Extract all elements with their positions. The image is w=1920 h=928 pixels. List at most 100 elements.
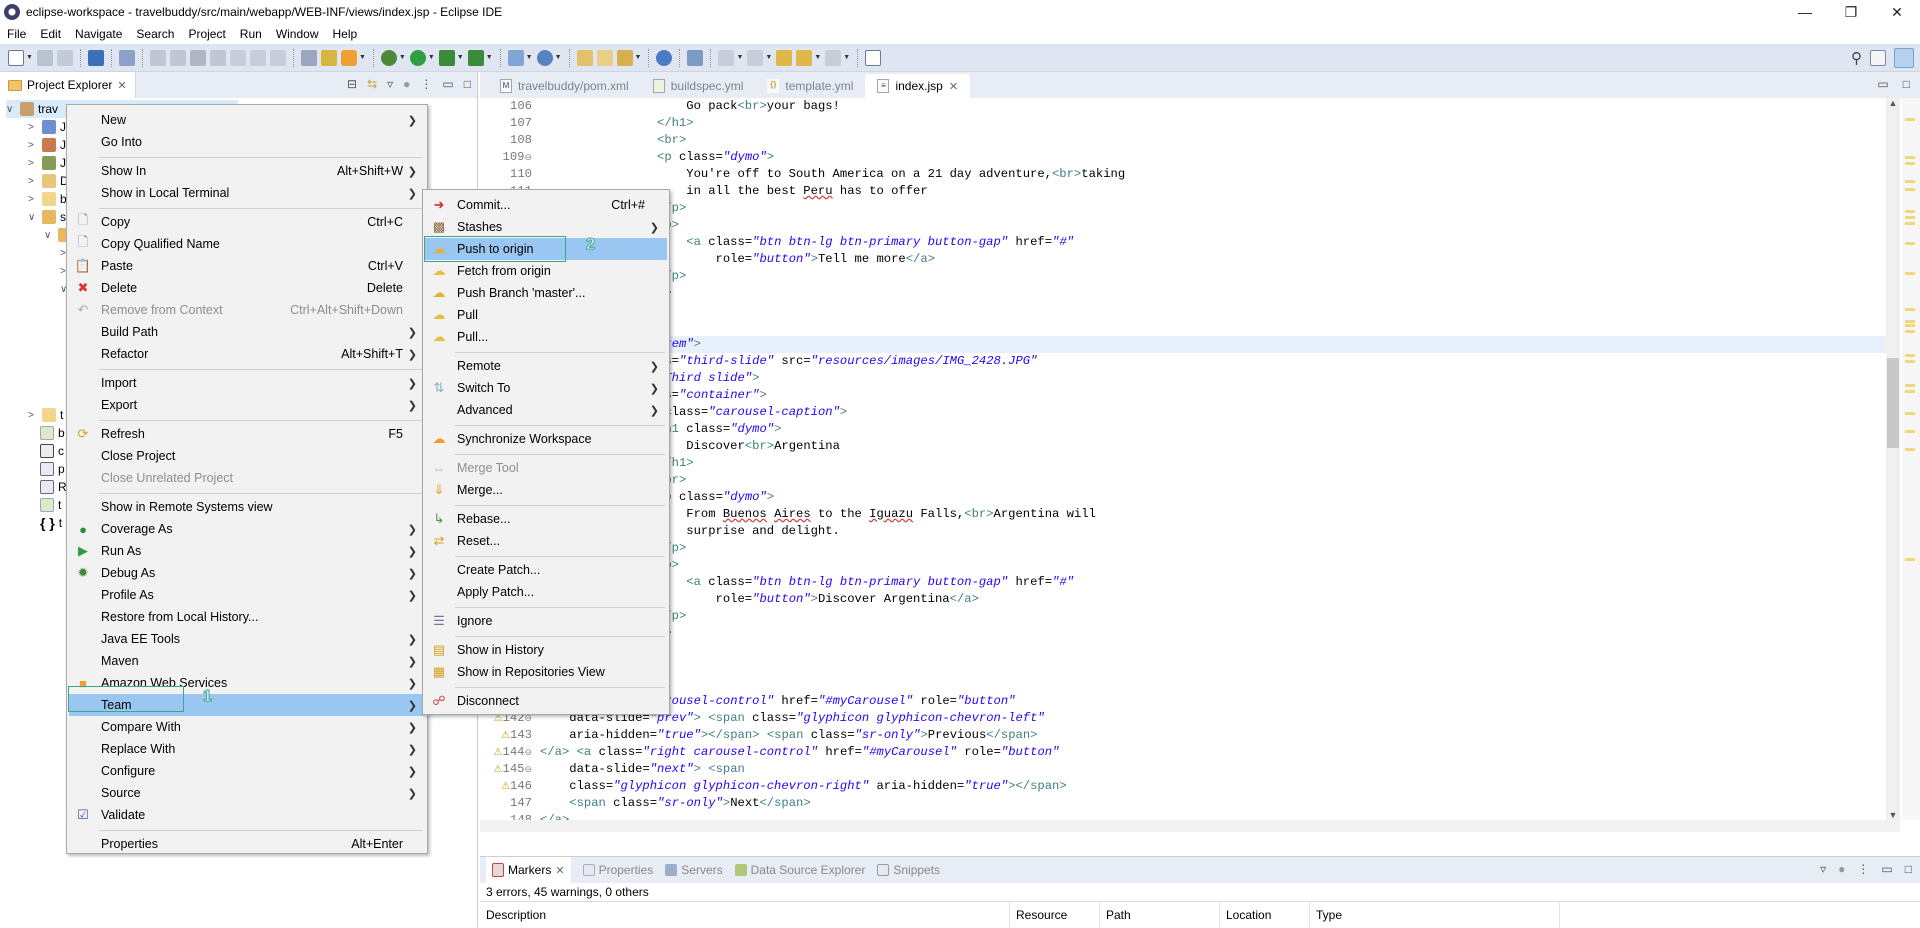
menu-item-coverage-as[interactable]: ● Coverage As ❯ [69, 518, 425, 540]
menu-item-switch-to[interactable]: ⇅ Switch To ❯ [425, 377, 667, 399]
minimize-editor-icon[interactable]: ▭ [1877, 77, 1888, 91]
coverage-icon[interactable] [438, 49, 455, 66]
code-line[interactable]: 138 </div> [480, 642, 1900, 659]
menu-run[interactable]: Run [233, 27, 269, 41]
warning-marker[interactable] [1905, 118, 1915, 121]
tree-item[interactable]: { } t [40, 514, 62, 532]
restore-button[interactable]: ❐ [1828, 0, 1874, 24]
warning-marker[interactable] [1905, 216, 1915, 219]
scroll-up-icon[interactable]: ▲ [1886, 98, 1900, 108]
code-line[interactable]: 134 <a class="btn btn-lg btn-primary but… [480, 574, 1900, 591]
new-server-dropdown-icon[interactable]: ▼ [526, 54, 533, 61]
code-line[interactable]: 129 <p class="dymo"> [480, 489, 1900, 506]
chevron-right-icon[interactable]: > [28, 176, 38, 187]
warning-marker[interactable] [1905, 324, 1915, 327]
code-line[interactable]: 117 </div> [480, 285, 1900, 302]
code-line[interactable]: 131 surprise and delight. [480, 523, 1900, 540]
save-icon[interactable] [36, 49, 53, 66]
close-icon[interactable]: ✕ [949, 80, 958, 93]
warning-marker[interactable] [1905, 210, 1915, 213]
menu-item-show-in-remote-systems-view[interactable]: Show in Remote Systems view [69, 496, 425, 518]
code-line[interactable]: 140 [480, 676, 1900, 693]
menu-help[interactable]: Help [326, 27, 365, 41]
tree-item[interactable]: > t [28, 406, 63, 424]
code-line[interactable]: 111 in all the best Peru has to offer [480, 183, 1900, 200]
warning-marker[interactable] [1905, 390, 1915, 393]
warning-marker[interactable] [1905, 558, 1915, 561]
view-menu-icon[interactable]: ⋮ [420, 77, 432, 91]
link-with-editor-icon[interactable]: ⇆ [367, 77, 377, 91]
chevron-down-icon[interactable]: ∨ [6, 104, 16, 115]
menu-item-compare-with[interactable]: Compare With ❯ [69, 716, 425, 738]
focus-icon[interactable]: ● [1838, 862, 1845, 876]
menu-item-create-patch[interactable]: Create Patch... [425, 559, 667, 581]
minimize-button[interactable]: — [1782, 0, 1828, 24]
menu-item-import[interactable]: Import ❯ [69, 372, 425, 394]
warning-marker[interactable] [1905, 448, 1915, 451]
column-location[interactable]: Location [1220, 901, 1310, 928]
menu-item-reset[interactable]: ⇄ Reset... [425, 530, 667, 552]
external-tools-dropdown-icon[interactable]: ▼ [486, 54, 493, 61]
code-line[interactable]: 135 role="button">Discover Argentina</a> [480, 591, 1900, 608]
menu-item-debug-as[interactable]: ✹ Debug As ❯ [69, 562, 425, 584]
menu-item-delete[interactable]: ✖ Delete Delete [69, 277, 425, 299]
minimize-view-icon[interactable]: ▭ [442, 77, 453, 91]
menu-item-profile-as[interactable]: Profile As ❯ [69, 584, 425, 606]
disconnect-debug-icon[interactable] [209, 49, 226, 66]
tab-template-yml[interactable]: {} template.yml [755, 74, 865, 98]
filter-icon[interactable]: ▿ [1820, 862, 1826, 876]
debug-dropdown-icon[interactable]: ▼ [399, 54, 406, 61]
close-button[interactable]: ✕ [1874, 0, 1920, 24]
tree-item[interactable]: t [40, 496, 61, 514]
menu-item-pull[interactable]: ☁ Pull... [425, 326, 667, 348]
menu-item-show-in-history[interactable]: ▤ Show in History [425, 639, 667, 661]
tree-item[interactable]: R [40, 478, 67, 496]
fold-icon[interactable]: ⊖ [524, 748, 532, 758]
code-line[interactable]: 128 <br> [480, 472, 1900, 489]
code-line[interactable]: 119 </div> [480, 319, 1900, 336]
code-line[interactable]: 106 Go pack<br>your bags! [480, 98, 1900, 115]
run-last-tool-icon[interactable] [687, 49, 704, 66]
code-line[interactable]: 136 </p> [480, 608, 1900, 625]
menu-project[interactable]: Project [181, 27, 232, 41]
close-icon[interactable]: ✕ [555, 864, 564, 877]
external-tools-icon[interactable] [467, 49, 484, 66]
new-dropdown-icon[interactable]: ▼ [26, 54, 33, 61]
code-line[interactable]: 126 Discover<br>Argentina [480, 438, 1900, 455]
tree-item[interactable]: > J [28, 154, 66, 172]
fold-icon[interactable]: ⊖ [524, 153, 532, 163]
menu-item-maven[interactable]: Maven ❯ [69, 650, 425, 672]
warning-marker[interactable] [1905, 156, 1915, 159]
new-service-icon[interactable] [536, 49, 553, 66]
code-line[interactable]: 139 </div> [480, 659, 1900, 676]
menu-item-apply-patch[interactable]: Apply Patch... [425, 581, 667, 603]
scrollbar-thumb[interactable] [1887, 358, 1899, 448]
code-line[interactable]: 141<a class="left carousel-control" href… [480, 693, 1900, 710]
code-line[interactable]: 110 You're off to South America on a 21 … [480, 166, 1900, 183]
project-explorer-tab[interactable]: Project Explorer ✕ [0, 72, 136, 98]
column-type[interactable]: Type [1310, 901, 1560, 928]
menu-navigate[interactable]: Navigate [68, 27, 129, 41]
vertical-scrollbar[interactable]: ▲ ▼ [1886, 98, 1900, 820]
chevron-right-icon[interactable]: > [28, 122, 38, 133]
menu-file[interactable]: File [0, 27, 33, 41]
tab-data-source-explorer[interactable]: Data Source Explorer [734, 863, 865, 877]
code-line[interactable]: 108 <br> [480, 132, 1900, 149]
menu-item-disconnect[interactable]: ☍ Disconnect [425, 690, 667, 712]
chevron-right-icon[interactable]: > [28, 140, 38, 151]
code-line[interactable]: 124 <div class="carousel-caption"> [480, 404, 1900, 421]
menu-item-rebase[interactable]: ↳ Rebase... [425, 508, 667, 530]
aws-toolbar-icon[interactable] [340, 49, 357, 66]
menu-item-push-branch-master[interactable]: ☁ Push Branch 'master'... [425, 282, 667, 304]
working-sets-icon[interactable]: ● [403, 77, 410, 91]
open-task-icon[interactable] [596, 49, 613, 66]
tab-buildspec-yml[interactable]: buildspec.yml [641, 74, 756, 98]
tab-pom-xml[interactable]: Mtravelbuddy/pom.xml [488, 74, 641, 98]
menu-item-show-in-local-terminal[interactable]: Show in Local Terminal ❯ [69, 182, 425, 204]
next-annotation-icon[interactable] [718, 49, 735, 66]
menu-item-properties[interactable]: Properties Alt+Enter [69, 833, 425, 855]
code-line[interactable]: 115 role="button">Tell me more</a> [480, 251, 1900, 268]
code-line[interactable]: ⚠143 aria-hidden="true"></span> <span cl… [480, 727, 1900, 744]
menu-item-run-as[interactable]: ▶ Run As ❯ [69, 540, 425, 562]
code-line[interactable]: 137 </div> [480, 625, 1900, 642]
